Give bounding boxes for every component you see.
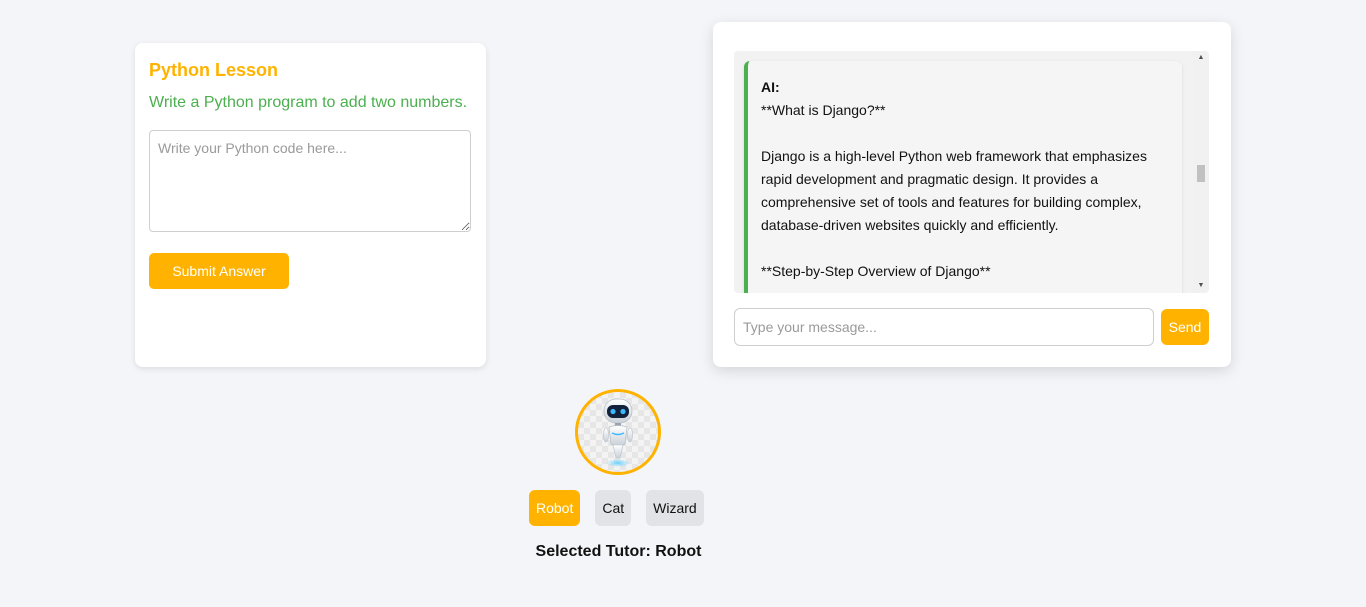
message-line: rapid development and pragmatic design. …: [761, 171, 1098, 187]
message-line: database-driven websites quickly and eff…: [761, 217, 1059, 233]
message-line: [761, 237, 1170, 260]
tutor-cat-button[interactable]: Cat: [595, 490, 632, 526]
tutor-avatar: [575, 389, 661, 475]
chat-panel: AI: **What is Django?** Django is a high…: [713, 22, 1231, 367]
lesson-card: Python Lesson Write a Python program to …: [135, 43, 486, 367]
message-line: **Step-by-Step Overview of Django**: [761, 263, 991, 279]
message-line: **What is Django?**: [761, 102, 886, 118]
ai-message: AI: **What is Django?** Django is a high…: [744, 61, 1182, 293]
chat-messages[interactable]: AI: **What is Django?** Django is a high…: [734, 51, 1209, 293]
selected-tutor-label: Selected Tutor: Robot: [535, 543, 702, 560]
code-input[interactable]: [149, 130, 471, 232]
lesson-question: Write a Python program to add two number…: [149, 94, 468, 111]
message-line: [761, 283, 1170, 293]
tutor-robot-button[interactable]: Robot: [529, 490, 581, 526]
scroll-up-arrow-icon[interactable]: ▲: [1193, 51, 1209, 65]
message-sender: AI:: [761, 79, 780, 95]
message-line: Django is a high-level Python web framew…: [761, 148, 1147, 164]
page: Python Lesson Write a Python program to …: [0, 0, 1366, 607]
send-button[interactable]: Send: [1161, 309, 1209, 345]
lesson-title: Python Lesson: [149, 60, 279, 80]
chat-scrollbar[interactable]: ▲ ▼: [1193, 51, 1209, 293]
scroll-down-arrow-icon[interactable]: ▼: [1193, 279, 1209, 293]
scrollbar-thumb[interactable]: [1197, 165, 1205, 182]
tutor-wizard-button[interactable]: Wizard: [646, 490, 704, 526]
submit-answer-button[interactable]: Submit Answer: [149, 253, 289, 289]
robot-icon: [603, 398, 633, 467]
message-line: [761, 122, 1170, 145]
message-line: comprehensive set of tools and features …: [761, 194, 1142, 210]
tutor-options: Robot Cat Wizard: [529, 490, 704, 526]
message-input[interactable]: [734, 308, 1154, 346]
